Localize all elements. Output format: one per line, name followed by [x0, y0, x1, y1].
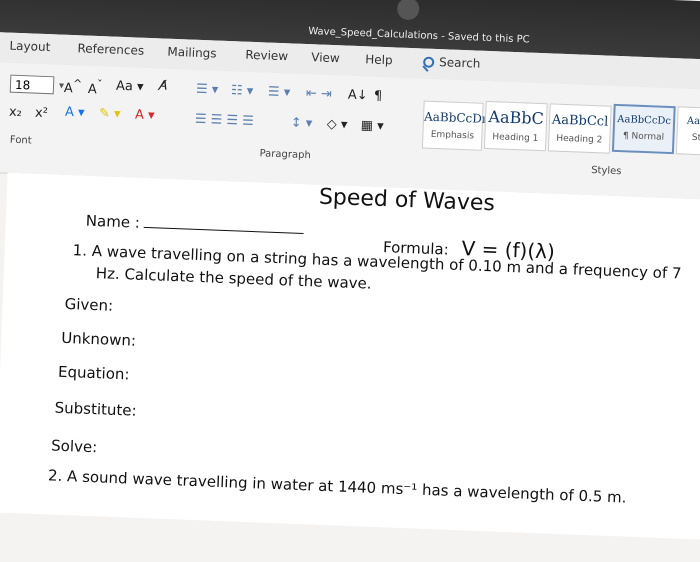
unknown-label: Unknown: — [61, 328, 137, 350]
tab-view[interactable]: View — [311, 50, 340, 65]
tab-help[interactable]: Help — [365, 52, 393, 67]
shading-icon[interactable]: ◇ ▾ — [326, 117, 347, 133]
borders-icon[interactable]: ▦ ▾ — [360, 118, 384, 134]
tab-layout[interactable]: Layout — [9, 39, 50, 55]
search-tab[interactable]: Search — [423, 54, 481, 71]
screen-photo: Wave_Speed_Calculations - Saved to this … — [0, 0, 700, 562]
clear-formatting-icon[interactable]: 𝐴̸ — [158, 78, 167, 93]
style-more[interactable]: AaB St — [675, 106, 700, 156]
grow-font-icon[interactable]: A^ — [64, 77, 83, 97]
font-color-icon[interactable]: A ▾ — [135, 107, 155, 123]
line-spacing-icon[interactable]: ↕ ▾ — [290, 115, 312, 131]
name-label: Name : — [86, 212, 305, 238]
document-page[interactable]: Speed of Waves Name : Formula: V = (f)(λ… — [0, 172, 700, 540]
style-heading-1[interactable]: AaBbC Heading 1 — [483, 100, 548, 152]
style-emphasis[interactable]: AaBbCcDı Emphasis — [421, 100, 486, 151]
substitute-label: Substitute: — [54, 398, 137, 420]
search-icon — [423, 55, 435, 68]
subscript-icon[interactable]: x₂ — [9, 105, 22, 120]
paragraph-mark-icon[interactable]: ¶ — [374, 89, 383, 104]
tab-references[interactable]: References — [77, 41, 144, 58]
change-case-icon[interactable]: Aa ▾ — [116, 79, 144, 95]
camera-glare — [396, 0, 420, 21]
name-blank[interactable] — [143, 216, 305, 235]
given-label: Given: — [64, 294, 114, 315]
solve-label: Solve: — [50, 436, 98, 457]
styles-group-label: Styles — [590, 165, 622, 178]
document-title: Wave_Speed_Calculations - Saved to this … — [308, 26, 530, 46]
search-label: Search — [438, 55, 481, 71]
sort-icon[interactable]: A↓ — [348, 88, 368, 104]
style-normal[interactable]: AaBbCcDc ¶ Normal — [611, 103, 676, 155]
align-icons[interactable]: ☰ ☰ ☰ ☰ — [195, 112, 255, 129]
highlight-icon[interactable]: ✎ ▾ — [99, 106, 121, 122]
style-heading-2[interactable]: AaBbCcl Heading 2 — [547, 103, 612, 154]
question-2-line-1: 2. A sound wave travelling in water at 1… — [47, 466, 627, 507]
text-effects-icon[interactable]: A ▾ — [65, 105, 85, 121]
equation-label: Equation: — [57, 362, 130, 384]
multilevel-icon[interactable]: ☰ ▾ — [268, 85, 291, 101]
tab-mailings[interactable]: Mailings — [167, 45, 217, 61]
font-group-label: Font — [9, 134, 32, 147]
indent-icons[interactable]: ⇤ ⇥ — [306, 86, 332, 102]
tab-review[interactable]: Review — [245, 48, 288, 64]
font-size-box[interactable]: 18 — [9, 74, 55, 95]
numbering-icon[interactable]: ☷ ▾ — [231, 83, 254, 99]
page-title: Speed of Waves — [318, 184, 496, 217]
paragraph-group-label: Paragraph — [259, 148, 311, 162]
superscript-icon[interactable]: x² — [35, 106, 48, 121]
bullets-icon[interactable]: ☰ ▾ — [196, 82, 219, 98]
shrink-font-icon[interactable]: Aˇ — [88, 78, 103, 98]
